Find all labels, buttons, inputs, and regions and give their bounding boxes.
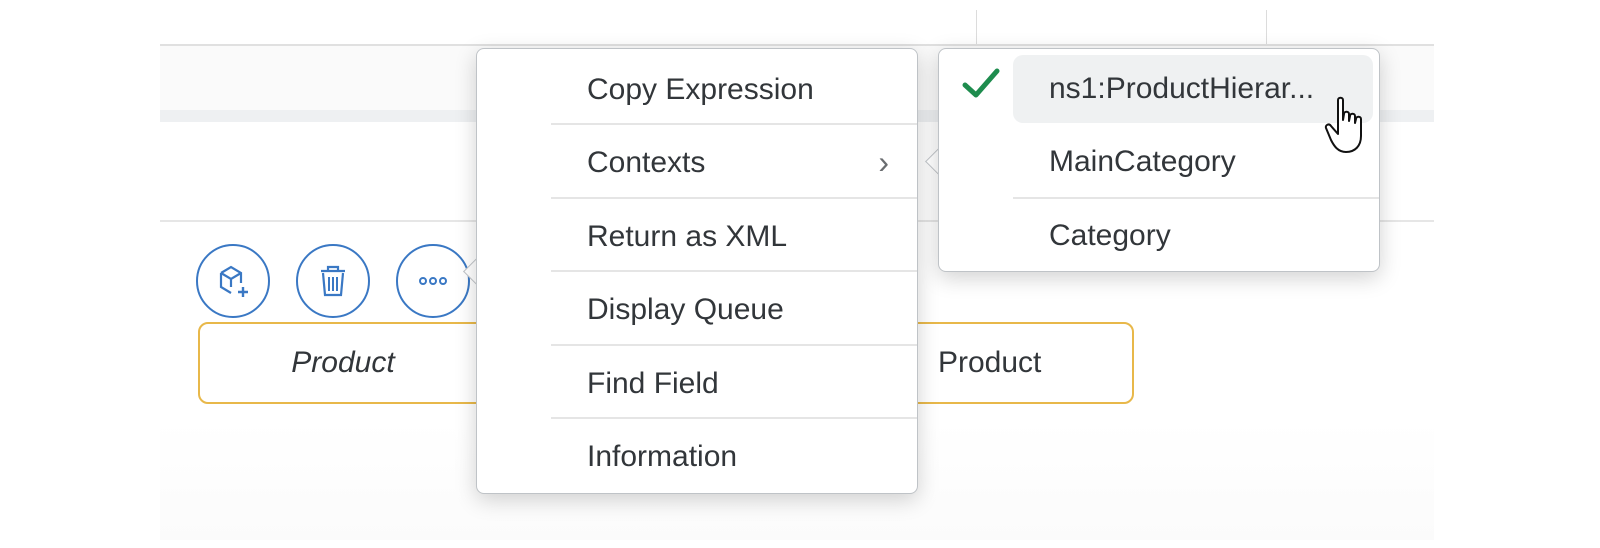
menu-item-find-field[interactable]: Find Field bbox=[551, 347, 917, 420]
submenu-item-label: Category bbox=[1049, 218, 1171, 252]
menu-item-display-queue[interactable]: Display Queue bbox=[551, 273, 917, 346]
hand-cursor-icon bbox=[1324, 96, 1362, 153]
submenu-item-product-hierarchy[interactable]: ns1:ProductHierar... bbox=[1013, 55, 1373, 123]
submenu-item-label: ns1:ProductHierar... bbox=[1049, 72, 1315, 105]
contexts-submenu: ns1:ProductHierar... MainCategory Catego… bbox=[938, 48, 1380, 272]
menu-item-label: Return as XML bbox=[587, 219, 788, 253]
more-options-button[interactable] bbox=[396, 244, 470, 318]
delete-icon bbox=[321, 265, 345, 297]
menu-separator bbox=[551, 417, 917, 419]
delete-button[interactable] bbox=[296, 244, 370, 318]
target-node[interactable]: Product bbox=[880, 322, 1134, 404]
menu-item-label: Find Field bbox=[587, 366, 719, 400]
menu-item-label: Copy Expression bbox=[587, 72, 814, 106]
add-node-button[interactable] bbox=[196, 244, 270, 318]
menu-item-label: Contexts bbox=[587, 145, 706, 179]
source-node-label: Product bbox=[291, 346, 395, 379]
menu-separator bbox=[551, 197, 917, 199]
context-menu: Copy Expression Contexts › Return as XML… bbox=[476, 48, 918, 494]
menu-item-return-as-xml[interactable]: Return as XML bbox=[551, 200, 917, 273]
source-node[interactable]: Product bbox=[198, 322, 488, 404]
checkmark-icon bbox=[962, 68, 1000, 98]
submenu-item-label: MainCategory bbox=[1049, 144, 1236, 178]
chevron-right-icon: › bbox=[878, 144, 889, 180]
menu-item-information[interactable]: Information bbox=[551, 420, 917, 493]
column-divider bbox=[976, 10, 977, 44]
add-node-icon bbox=[219, 265, 248, 297]
more-options-icon bbox=[419, 277, 447, 285]
column-divider bbox=[1266, 10, 1267, 44]
menu-item-label: Display Queue bbox=[587, 292, 784, 326]
menu-separator bbox=[551, 270, 917, 272]
menu-separator bbox=[551, 123, 917, 125]
menu-item-copy-expression[interactable]: Copy Expression bbox=[551, 53, 917, 126]
submenu-item-category[interactable]: Category bbox=[1013, 199, 1379, 272]
menu-item-contexts[interactable]: Contexts › bbox=[551, 126, 917, 199]
menu-separator bbox=[551, 344, 917, 346]
target-node-label: Product bbox=[938, 346, 1042, 379]
menu-item-label: Information bbox=[587, 439, 738, 473]
